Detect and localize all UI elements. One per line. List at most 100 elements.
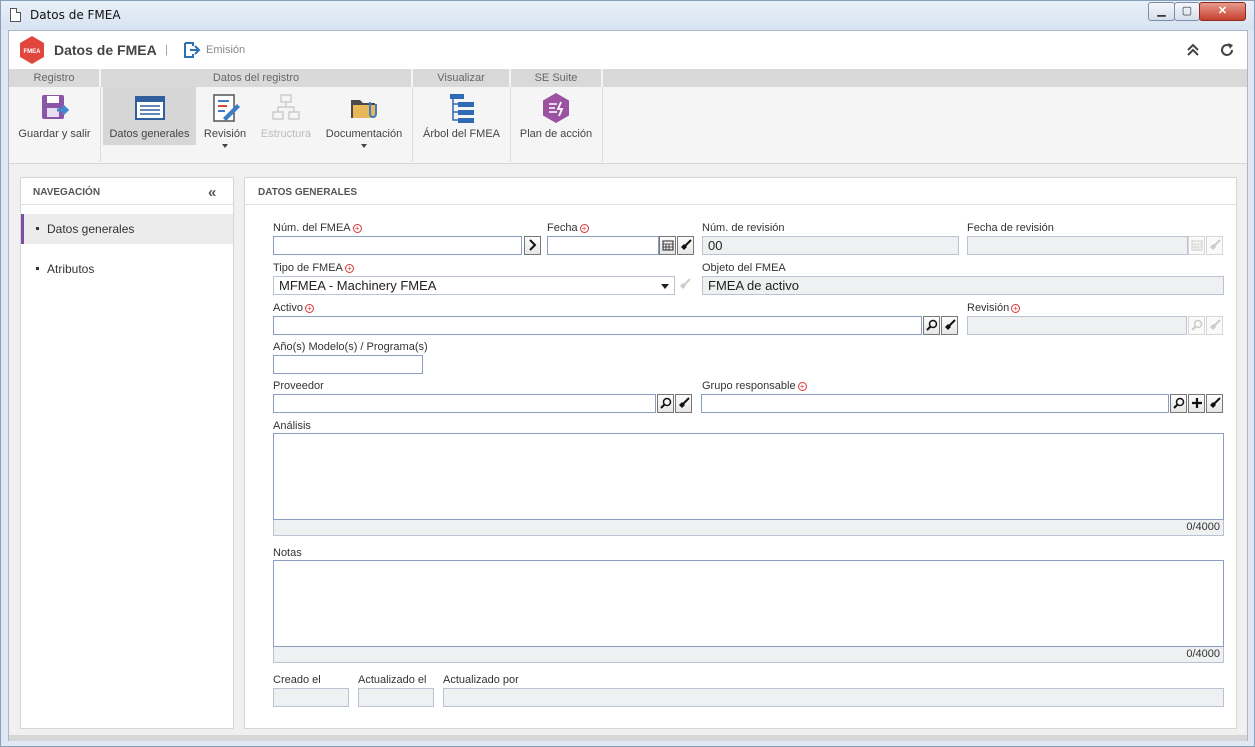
fecha-revision-label: Fecha de revisión: [967, 222, 1054, 234]
tipo-fmea-label: Tipo de FMEA +: [273, 262, 354, 274]
eraser-icon: [1209, 397, 1221, 408]
header-separator: |: [165, 44, 168, 56]
structure-icon: [272, 94, 300, 120]
ribbon-header-filler: [603, 69, 1247, 87]
client-area: FMEA Datos de FMEA | Emisión Registro Da…: [8, 30, 1248, 741]
ribbon-group-se-suite: SE Suite: [511, 69, 603, 87]
collapse-left-icon[interactable]: «: [208, 184, 217, 201]
search-icon: [659, 397, 671, 409]
estructura-button[interactable]: Estructura: [255, 87, 317, 145]
creado-el-field: [273, 688, 349, 707]
tree-icon: [449, 94, 474, 123]
next-number-button[interactable]: [524, 236, 541, 255]
actualizado-por-field: [443, 688, 1224, 707]
arbol-fmea-button[interactable]: Árbol del FMEA: [416, 87, 507, 145]
maximize-button[interactable]: ▢: [1174, 2, 1200, 21]
emision-link[interactable]: Emisión: [206, 44, 245, 56]
calendar-button-disabled: [1188, 236, 1205, 255]
grupo-responsable-input[interactable]: [701, 394, 1169, 413]
calendar-button[interactable]: [659, 236, 676, 255]
clear-revision-button: [1206, 316, 1223, 335]
calendar-icon: [662, 240, 673, 251]
chevron-down-icon[interactable]: [661, 284, 669, 289]
notas-char-counter: 0/4000: [273, 647, 1224, 663]
required-icon: +: [1011, 304, 1021, 313]
folder-attach-icon: [351, 100, 377, 118]
notas-label: Notas: [273, 547, 302, 559]
clear-activo-button[interactable]: [941, 316, 958, 335]
datos-generales-button[interactable]: Datos generales: [103, 87, 196, 145]
documentacion-label: Documentación: [325, 128, 403, 140]
revision-icon: [213, 94, 240, 122]
fecha-label: Fecha +: [547, 222, 589, 234]
close-button[interactable]: ✕: [1199, 2, 1246, 21]
eraser-icon: [679, 278, 691, 289]
nav-item-datos-generales[interactable]: Datos generales: [21, 214, 233, 244]
required-icon: +: [352, 224, 362, 233]
clear-tipo-button: [676, 276, 693, 295]
app-header: FMEA Datos de FMEA | Emisión: [9, 31, 1247, 69]
window-titlebar: Datos de FMEA ▁ ▢ ✕: [1, 1, 1254, 30]
search-icon: [1190, 319, 1202, 331]
required-icon: +: [344, 264, 354, 273]
bottom-status-strip: [9, 735, 1247, 741]
bullet-icon: [36, 227, 39, 230]
tipo-fmea-select[interactable]: MFMEA - Machinery FMEA: [273, 276, 675, 295]
datos-generales-panel: DATOS GENERALES Núm. del FMEA + Fecha + Nú…: [244, 177, 1237, 729]
eraser-icon: [678, 397, 690, 408]
guardar-y-salir-button[interactable]: Guardar y salir: [12, 87, 97, 145]
notas-textarea[interactable]: [273, 560, 1224, 647]
proveedor-input[interactable]: [273, 394, 656, 413]
eraser-icon: [1209, 239, 1221, 250]
documentacion-button[interactable]: Documentación: [321, 87, 407, 148]
search-grupo-button[interactable]: [1170, 394, 1187, 413]
collapse-up-icon[interactable]: [1185, 42, 1201, 58]
revision-button[interactable]: Revisión: [198, 87, 252, 148]
window-title: Datos de FMEA: [30, 8, 121, 22]
clear-fecha-button[interactable]: [677, 236, 694, 255]
calendar-icon: [1191, 240, 1202, 251]
num-fmea-input[interactable]: [273, 236, 522, 255]
activo-input[interactable]: [273, 316, 922, 335]
required-icon: +: [304, 304, 314, 313]
action-plan-icon: [543, 93, 569, 123]
fecha-input[interactable]: [547, 236, 659, 255]
search-proveedor-button[interactable]: [657, 394, 674, 413]
chevron-right-icon: [528, 239, 536, 251]
num-revision-field: 00: [702, 236, 959, 255]
anos-modelo-input[interactable]: [273, 355, 423, 374]
bullet-icon: [36, 267, 39, 270]
minimize-button[interactable]: ▁: [1148, 2, 1175, 21]
navigation-panel: NAVEGACIÓN « Datos generales Atributos: [20, 177, 234, 729]
guardar-label: Guardar y salir: [18, 128, 91, 140]
num-revision-label: Núm. de revisión: [702, 222, 785, 234]
num-fmea-label: Núm. del FMEA +: [273, 222, 362, 234]
plan-de-accion-button[interactable]: Plan de acción: [514, 87, 598, 145]
arbol-label: Árbol del FMEA: [422, 128, 501, 140]
panel-title: DATOS GENERALES: [258, 187, 358, 198]
nav-item-atributos[interactable]: Atributos: [21, 254, 233, 284]
clear-grupo-button[interactable]: [1206, 394, 1223, 413]
svg-text:FMEA: FMEA: [24, 49, 42, 55]
revision-field-label: Revisión +: [967, 302, 1021, 314]
activo-label: Activo +: [273, 302, 314, 314]
revision-label: Revisión: [203, 128, 247, 140]
estructura-label: Estructura: [260, 128, 312, 140]
required-icon: +: [797, 382, 807, 391]
emision-icon[interactable]: [183, 41, 201, 59]
document-icon: [10, 8, 21, 22]
search-activo-button[interactable]: [923, 316, 940, 335]
proveedor-label: Proveedor: [273, 380, 324, 392]
dropdown-caret-icon: [222, 144, 228, 148]
eraser-icon: [944, 319, 956, 330]
add-grupo-button[interactable]: [1188, 394, 1205, 413]
nav-item-label: Datos generales: [47, 222, 135, 236]
analisis-textarea[interactable]: [273, 433, 1224, 520]
eraser-icon: [680, 239, 692, 250]
save-exit-icon: [41, 95, 69, 119]
application-window: Datos de FMEA ▁ ▢ ✕ FMEA Datos de FMEA |…: [0, 0, 1255, 747]
clear-proveedor-button[interactable]: [675, 394, 692, 413]
panel-header: DATOS GENERALES: [245, 178, 1236, 205]
plus-icon: [1191, 398, 1202, 408]
refresh-icon[interactable]: [1219, 42, 1235, 58]
